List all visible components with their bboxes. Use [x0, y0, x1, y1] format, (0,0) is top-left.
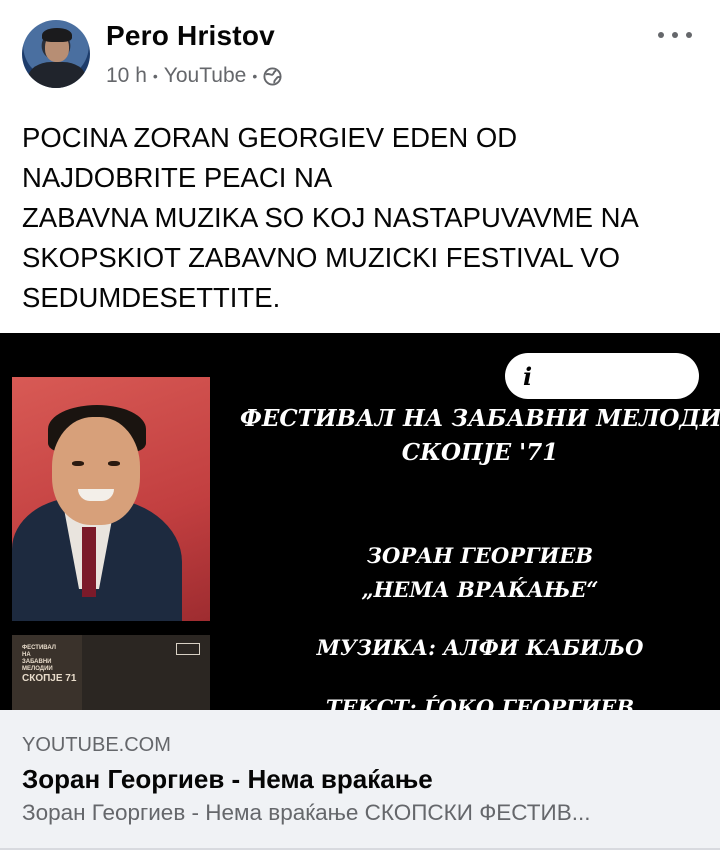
- album-sticker: [176, 643, 200, 655]
- author-name[interactable]: Pero Hristov: [106, 20, 275, 52]
- album-back-year: СКОПЈЕ 71: [22, 673, 77, 684]
- video-caption-city: СКОПЈЕ '71: [401, 439, 559, 466]
- post-text: POCINA ZORAN GEORGIEV EDEN OD NAJDOBRITE…: [22, 118, 712, 318]
- more-dot: [658, 32, 664, 38]
- link-preview[interactable]: YOUTUBE.COM Зоран Георгиев - Нема враќањ…: [0, 710, 720, 850]
- album-cover-image: [12, 377, 210, 621]
- meta-separator: •: [252, 68, 258, 84]
- avatar[interactable]: [22, 20, 90, 88]
- link-description: Зоран Георгиев - Нема враќање СКОПСКИ ФЕ…: [22, 800, 591, 825]
- post-text-line: NAJDOBRITE PEACI NA: [22, 162, 333, 193]
- video-caption-lyrics: ТЕКСТ: ЃОКО ГЕОРГИЕВ: [325, 695, 635, 710]
- info-button[interactable]: i: [505, 353, 699, 399]
- info-icon: i: [523, 362, 533, 391]
- more-options-icon[interactable]: [658, 28, 692, 42]
- album-face: [52, 417, 140, 525]
- post-time[interactable]: 10 h: [106, 64, 147, 88]
- post-text-line: SEDUMDESETTITE.: [22, 282, 281, 313]
- globe-icon: [263, 66, 282, 86]
- album-back-image: ФЕСТИВАЛ НА ЗАБАВНИ МЕЛОДИИ СКОПЈЕ 71: [12, 635, 210, 710]
- post-text-line: ZABAVNA MUZIKA SO KOJ NASTAPUVAVME NA: [22, 202, 639, 233]
- album-eye: [72, 461, 84, 466]
- link-title[interactable]: Зоран Георгиев - Нема враќање: [22, 764, 433, 795]
- video-caption-song: „НЕМА ВРАЌАЊЕ“: [361, 577, 599, 602]
- more-dot: [672, 32, 678, 38]
- post-text-line: SKOPSKIOT ZABAVNO MUZICKI FESTIVAL VO: [22, 242, 620, 273]
- meta-separator: •: [152, 68, 158, 84]
- link-domain: YOUTUBE.COM: [22, 734, 171, 756]
- album-eye: [108, 461, 120, 466]
- video-thumbnail[interactable]: ФЕСТИВАЛ НА ЗАБАВНИ МЕЛОДИИ СКОПЈЕ 71 i …: [0, 333, 720, 710]
- more-dot: [686, 32, 692, 38]
- avatar-body: [28, 62, 86, 88]
- video-caption-music: МУЗИКА: АЛФИ КАБИЉО: [316, 635, 644, 660]
- post-source: YouTube: [163, 64, 247, 87]
- album-back-text: ФЕСТИВАЛ НА ЗАБАВНИ МЕЛОДИИ: [22, 645, 56, 672]
- avatar-hair: [42, 28, 72, 42]
- post-text-line: POCINA ZORAN GEORGIEV EDEN OD: [22, 122, 518, 153]
- post-header: Pero Hristov 10 h • YouTube •: [0, 0, 720, 110]
- video-caption-artist: ЗОРАН ГЕОРГИЕВ: [366, 543, 594, 568]
- post-meta: 10 h • YouTube •: [106, 64, 282, 88]
- album-tie: [82, 527, 96, 597]
- video-caption-festival: ФЕСТИВАЛ НА ЗАБАВНИ МЕЛОДИИ: [240, 405, 720, 432]
